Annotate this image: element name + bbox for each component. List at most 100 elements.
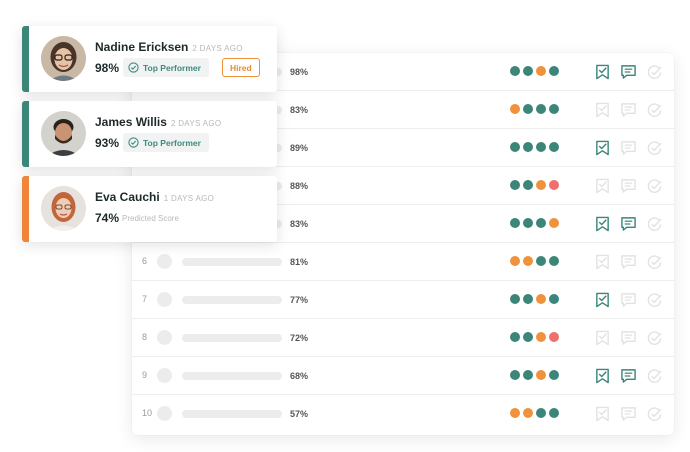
- skill-dot-green: [510, 180, 520, 190]
- time-ago: 2 DAYS AGO: [170, 119, 222, 128]
- skill-dot-green: [523, 370, 533, 380]
- row-score: 68%: [290, 371, 309, 381]
- skill-dot-green: [549, 370, 559, 380]
- row-actions: [594, 406, 663, 422]
- skill-dot-green: [523, 142, 533, 152]
- approve-icon[interactable]: [646, 178, 663, 194]
- skill-indicators: [510, 332, 559, 342]
- row-score: 77%: [290, 295, 309, 305]
- skill-dot-green: [536, 218, 546, 228]
- table-row[interactable]: 7 77%: [132, 281, 674, 319]
- approve-icon[interactable]: [646, 330, 663, 346]
- row-rank: 10: [142, 408, 153, 418]
- approve-icon[interactable]: [646, 406, 663, 422]
- table-row[interactable]: 6 81%: [132, 243, 674, 281]
- message-icon[interactable]: [620, 140, 637, 156]
- row-actions: [594, 330, 663, 346]
- message-icon[interactable]: [620, 330, 637, 346]
- skill-dot-orange: [536, 180, 546, 190]
- skill-dot-green: [549, 256, 559, 266]
- shortlist-icon[interactable]: [594, 216, 611, 232]
- avatar-placeholder: [157, 292, 172, 307]
- skill-dot-green: [510, 370, 520, 380]
- skill-dot-green: [536, 256, 546, 266]
- message-icon[interactable]: [620, 254, 637, 270]
- approve-icon[interactable]: [646, 368, 663, 384]
- candidate-card-eva[interactable]: Eva Cauchi 1 DAYS AGO 74% Predicted Score: [22, 176, 277, 242]
- hired-button[interactable]: Hired: [222, 58, 260, 77]
- shortlist-icon[interactable]: [594, 178, 611, 194]
- candidate-name: James Willis 2 DAYS AGO: [95, 115, 222, 129]
- message-icon[interactable]: [620, 64, 637, 80]
- name-placeholder: [182, 296, 282, 304]
- skill-dot-green: [510, 218, 520, 228]
- shortlist-icon[interactable]: [594, 140, 611, 156]
- row-rank: 6: [142, 256, 148, 266]
- skill-dot-green: [549, 66, 559, 76]
- skill-dot-orange: [523, 256, 533, 266]
- shortlist-icon[interactable]: [594, 64, 611, 80]
- row-actions: [594, 292, 663, 308]
- message-icon[interactable]: [620, 102, 637, 118]
- table-row[interactable]: 10 57%: [132, 395, 674, 433]
- approve-icon[interactable]: [646, 254, 663, 270]
- skill-dot-red: [549, 180, 559, 190]
- message-icon[interactable]: [620, 292, 637, 308]
- name-placeholder: [182, 410, 282, 418]
- row-actions: [594, 178, 663, 194]
- badge-label: Top Performer: [143, 62, 201, 73]
- skill-dot-orange: [536, 294, 546, 304]
- skill-indicators: [510, 218, 559, 228]
- skill-dot-green: [523, 294, 533, 304]
- top-performer-badge: Top Performer: [123, 133, 209, 152]
- name-placeholder: [182, 334, 282, 342]
- check-circle-icon: [128, 62, 139, 73]
- approve-icon[interactable]: [646, 216, 663, 232]
- approve-icon[interactable]: [646, 64, 663, 80]
- message-icon[interactable]: [620, 178, 637, 194]
- skill-dot-orange: [510, 104, 520, 114]
- shortlist-icon[interactable]: [594, 102, 611, 118]
- time-ago: 2 DAYS AGO: [192, 44, 243, 53]
- avatar-placeholder: [157, 330, 172, 345]
- shortlist-icon[interactable]: [594, 254, 611, 270]
- skill-dot-orange: [510, 408, 520, 418]
- shortlist-icon[interactable]: [594, 330, 611, 346]
- row-score: 83%: [290, 105, 309, 115]
- skill-dot-green: [549, 104, 559, 114]
- shortlist-icon[interactable]: [594, 406, 611, 422]
- skill-dot-orange: [536, 66, 546, 76]
- approve-icon[interactable]: [646, 292, 663, 308]
- row-score: 57%: [290, 409, 309, 419]
- row-score: 83%: [290, 219, 309, 229]
- approve-icon[interactable]: [646, 102, 663, 118]
- row-actions: [594, 254, 663, 270]
- approve-icon[interactable]: [646, 140, 663, 156]
- row-rank: 7: [142, 294, 148, 304]
- skill-dot-green: [523, 104, 533, 114]
- skill-dot-orange: [510, 256, 520, 266]
- skill-dot-green: [536, 104, 546, 114]
- skill-dot-red: [549, 332, 559, 342]
- table-row[interactable]: 8 72%: [132, 319, 674, 357]
- table-row[interactable]: 9 68%: [132, 357, 674, 395]
- skill-dot-green: [510, 66, 520, 76]
- message-icon[interactable]: [620, 216, 637, 232]
- candidate-card-nadine[interactable]: Nadine Ericksen 2 DAYS AGO 98% Top Perfor…: [22, 26, 277, 92]
- avatar: [41, 186, 86, 231]
- skill-dot-green: [536, 408, 546, 418]
- avatar: [41, 36, 86, 81]
- skill-dot-green: [523, 332, 533, 342]
- avatar-placeholder: [157, 254, 172, 269]
- candidate-card-james[interactable]: James Willis 2 DAYS AGO 93% Top Performer: [22, 101, 277, 167]
- card-accent-bar: [22, 26, 29, 92]
- shortlist-icon[interactable]: [594, 292, 611, 308]
- candidate-score: 74%: [95, 211, 120, 225]
- message-icon[interactable]: [620, 406, 637, 422]
- message-icon[interactable]: [620, 368, 637, 384]
- row-actions: [594, 102, 663, 118]
- time-ago: 1 DAYS AGO: [163, 194, 215, 203]
- row-score: 72%: [290, 333, 309, 343]
- skill-dot-green: [549, 294, 559, 304]
- shortlist-icon[interactable]: [594, 368, 611, 384]
